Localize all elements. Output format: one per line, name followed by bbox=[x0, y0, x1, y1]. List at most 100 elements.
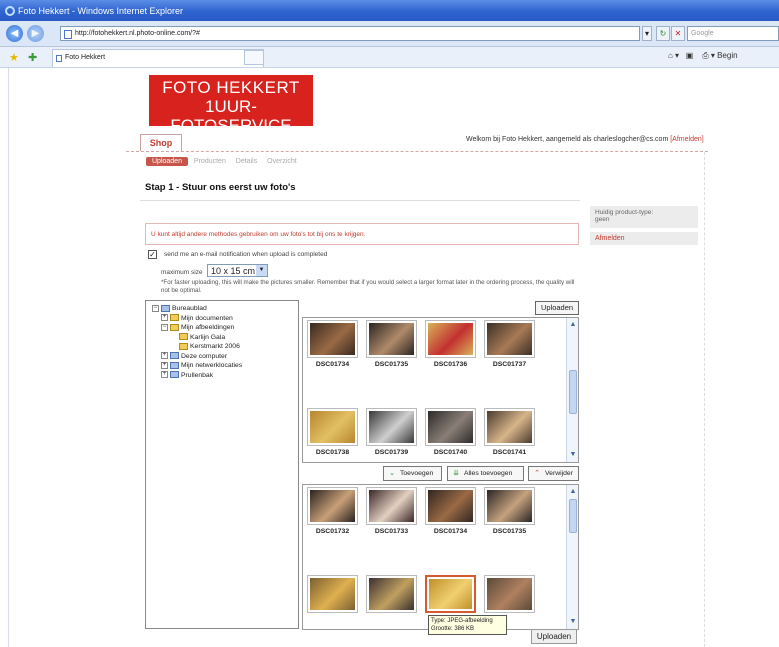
tree-node-label: Deze computer bbox=[181, 352, 228, 360]
photo-thumbnail[interactable]: DSC01736 bbox=[425, 320, 481, 368]
stop-icon[interactable]: ✕ bbox=[671, 26, 685, 41]
folder-tree[interactable]: − Bureaublad + Mijn documenten − Mijn afbeeld… bbox=[145, 300, 299, 629]
sidebar-panel: Huidig product-type: geen Afmelden bbox=[590, 206, 698, 251]
max-size-label: maximum size bbox=[161, 269, 203, 276]
photo-thumbnail[interactable] bbox=[484, 575, 540, 616]
source-photo-grid[interactable]: DSC01734 DSC01735 DSC01736 DSC01737 DSC01738… bbox=[302, 317, 579, 463]
photo-thumbnail[interactable] bbox=[425, 575, 481, 616]
window-title: Foto Hekkert - Windows Internet Explorer bbox=[18, 6, 184, 16]
photo-thumbnail[interactable]: DSC01733 bbox=[366, 487, 422, 535]
forward-arrow-icon[interactable]: ▶ bbox=[27, 25, 44, 42]
step-uploaden[interactable]: Uploaden bbox=[146, 157, 188, 166]
tree-node[interactable]: + Prullenbak bbox=[152, 371, 298, 381]
photo-fill bbox=[369, 411, 414, 443]
notify-checkbox[interactable]: ✓ bbox=[148, 250, 157, 259]
add-all-button[interactable]: ⇊ Alles toevoegen bbox=[447, 466, 524, 481]
feeds-icon[interactable]: ▣ bbox=[686, 51, 694, 60]
scrollbar[interactable]: ▲ ▼ bbox=[566, 485, 578, 629]
divider bbox=[140, 200, 580, 201]
photo-thumbnail[interactable]: DSC01734 bbox=[307, 320, 363, 368]
logout-link[interactable]: [Afmelden] bbox=[670, 136, 703, 143]
tree-node[interactable]: − Mijn afbeeldingen bbox=[152, 323, 298, 333]
expand-icon[interactable]: + bbox=[161, 314, 168, 322]
refresh-icon[interactable]: ↻ bbox=[656, 26, 670, 41]
photo-image bbox=[425, 408, 476, 446]
tree-node[interactable]: + Mijn documenten bbox=[152, 314, 298, 324]
photo-image bbox=[307, 408, 358, 446]
photo-thumbnail[interactable] bbox=[307, 575, 363, 616]
url-input[interactable]: http://fotohekkert.nl.photo-online.com/?… bbox=[60, 26, 640, 41]
address-bar: ◀ ▶ http://fotohekkert.nl.photo-online.c… bbox=[0, 21, 779, 47]
photo-thumbnail[interactable]: DSC01739 bbox=[366, 408, 422, 456]
scrollbar-thumb[interactable] bbox=[569, 499, 577, 533]
max-size-select[interactable]: 10 x 15 cm ▼ bbox=[207, 264, 268, 277]
photo-filename: DSC01738 bbox=[315, 449, 350, 456]
photo-thumbnail[interactable]: DSC01740 bbox=[425, 408, 481, 456]
add-button[interactable]: ⌄ Toevoegen bbox=[383, 466, 442, 481]
photo-fill bbox=[310, 578, 355, 610]
tree-node[interactable]: Kerstmarkt 2006 bbox=[152, 342, 298, 352]
remove-button[interactable]: ⌃ Verwijder bbox=[528, 466, 579, 481]
upload-tip: *For faster uploading, this will make th… bbox=[161, 279, 575, 294]
site-logo[interactable]: FOTO HEKKERT 1UUR-FOTOSERVICE ANALOOG/DI… bbox=[149, 75, 313, 141]
notice-box: U kunt altijd andere methodes gebruiken … bbox=[145, 223, 579, 245]
photo-filename: DSC01735 bbox=[492, 528, 527, 535]
upload-button-bottom[interactable]: Uploaden bbox=[531, 629, 577, 644]
product-type-label: Huidig product-type: bbox=[595, 209, 654, 216]
collapse-icon[interactable]: − bbox=[161, 323, 168, 331]
tree-node[interactable]: − Bureaublad bbox=[152, 304, 298, 314]
photo-filename: DSC01740 bbox=[433, 449, 468, 456]
photo-fill bbox=[369, 490, 414, 522]
add-favorite-icon[interactable]: ✚ bbox=[28, 51, 37, 64]
photo-thumbnail[interactable]: DSC01735 bbox=[484, 487, 540, 535]
tree-node[interactable]: Karlijn Gala bbox=[152, 333, 298, 343]
scrollbar-thumb[interactable] bbox=[569, 370, 577, 414]
logo-line1: FOTO HEKKERT bbox=[162, 78, 300, 97]
photo-image bbox=[366, 320, 417, 358]
expand-icon[interactable]: + bbox=[161, 361, 168, 369]
page-icon bbox=[56, 55, 62, 62]
logo-line2: 1UUR-FOTOSERVICE bbox=[170, 97, 292, 135]
photo-image bbox=[366, 575, 417, 613]
step-overzicht: Overzicht bbox=[267, 158, 297, 165]
photo-fill bbox=[487, 578, 532, 610]
tree-node[interactable]: + Deze computer bbox=[152, 352, 298, 362]
expand-icon[interactable]: + bbox=[161, 371, 168, 379]
print-icon[interactable]: ⎙ ▾ bbox=[702, 51, 715, 60]
photo-image bbox=[366, 408, 417, 446]
photo-thumbnail[interactable]: DSC01737 bbox=[484, 320, 540, 368]
photo-thumbnail[interactable]: DSC01732 bbox=[307, 487, 363, 535]
upload-queue-grid[interactable]: DSC01732 DSC01733 DSC01734 DSC01735 ▲ ▼ bbox=[302, 484, 579, 630]
scroll-down-icon[interactable]: ▼ bbox=[568, 617, 578, 627]
photo-filename: DSC01734 bbox=[433, 528, 468, 535]
photo-thumbnail[interactable]: DSC01741 bbox=[484, 408, 540, 456]
photo-thumbnail[interactable]: DSC01734 bbox=[425, 487, 481, 535]
photo-image bbox=[484, 408, 535, 446]
arrow-down-icon: ⌄ bbox=[389, 470, 395, 477]
photo-thumbnail[interactable] bbox=[366, 575, 422, 616]
favorites-star-icon[interactable]: ★ bbox=[9, 51, 19, 64]
new-tab-button[interactable] bbox=[244, 50, 264, 65]
photo-filename: DSC01741 bbox=[492, 449, 527, 456]
dropdown-arrow-icon[interactable]: ▾ bbox=[642, 26, 652, 41]
back-arrow-icon[interactable]: ◀ bbox=[6, 25, 23, 42]
scroll-up-icon[interactable]: ▲ bbox=[568, 487, 578, 497]
tree-node[interactable]: + Mijn netwerklocaties bbox=[152, 361, 298, 371]
photo-thumbnail[interactable]: DSC01735 bbox=[366, 320, 422, 368]
upload-button-top[interactable]: Uploaden bbox=[535, 301, 579, 315]
search-input[interactable]: Google bbox=[687, 26, 779, 41]
scroll-up-icon[interactable]: ▲ bbox=[568, 320, 578, 330]
tab-shop[interactable]: Shop bbox=[140, 134, 182, 151]
scroll-down-icon[interactable]: ▼ bbox=[568, 450, 578, 460]
tab-foto-hekkert[interactable]: Foto Hekkert bbox=[52, 49, 264, 67]
home-icon[interactable]: ⌂ ▾ bbox=[668, 51, 679, 60]
page-menu[interactable]: Begin bbox=[717, 51, 737, 60]
product-type-box: Huidig product-type: geen bbox=[590, 206, 698, 228]
photo-thumbnail[interactable]: DSC01738 bbox=[307, 408, 363, 456]
cancel-link[interactable]: Afmelden bbox=[590, 232, 698, 245]
photo-fill bbox=[310, 490, 355, 522]
collapse-icon[interactable]: − bbox=[152, 304, 159, 312]
scrollbar[interactable]: ▲ ▼ bbox=[566, 318, 578, 462]
expand-icon[interactable]: + bbox=[161, 352, 168, 360]
file-tooltip: Type: JPEG-afbeelding Grootte: 386 KB bbox=[428, 615, 507, 635]
